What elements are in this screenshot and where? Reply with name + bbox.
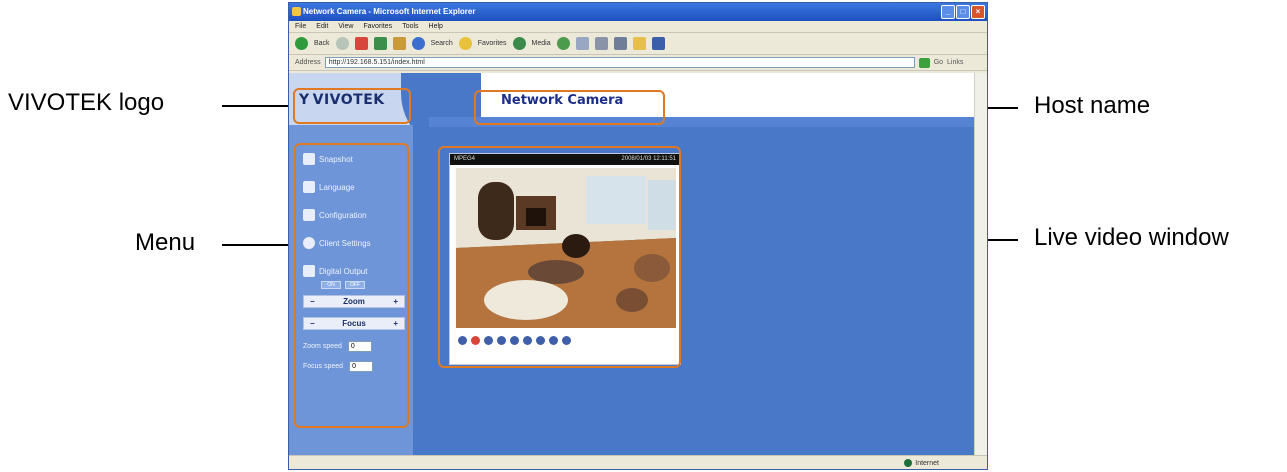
address-input[interactable]: http://192.168.5.151/index.html bbox=[324, 57, 915, 68]
address-bar: Address http://192.168.5.151/index.html … bbox=[289, 55, 987, 71]
security-zone: Internet bbox=[904, 459, 939, 467]
leader-line-logo bbox=[222, 105, 290, 107]
messenger-icon[interactable] bbox=[651, 37, 665, 50]
menu-edit[interactable]: Edit bbox=[316, 23, 328, 32]
forward-icon[interactable] bbox=[335, 37, 349, 50]
stop-icon[interactable] bbox=[354, 37, 368, 50]
menu-file[interactable]: File bbox=[295, 23, 306, 32]
vertical-scrollbar[interactable] bbox=[974, 73, 987, 457]
title-bar: Network Camera - Microsoft Internet Expl… bbox=[289, 3, 987, 21]
media-icon[interactable] bbox=[512, 37, 526, 50]
highlight-box-logo bbox=[293, 88, 411, 124]
menu-help[interactable]: Help bbox=[429, 23, 443, 32]
globe-icon bbox=[904, 459, 913, 467]
go-label[interactable]: Go bbox=[934, 59, 943, 66]
search-icon[interactable] bbox=[411, 37, 425, 50]
minimize-button[interactable]: _ bbox=[941, 5, 955, 19]
home-icon[interactable] bbox=[392, 37, 406, 50]
back-label: Back bbox=[314, 40, 330, 47]
search-label: Search bbox=[430, 40, 453, 47]
highlight-box-host-name bbox=[474, 90, 665, 125]
menu-tools[interactable]: Tools bbox=[402, 23, 418, 32]
folder-icon[interactable] bbox=[632, 37, 646, 50]
menu-view[interactable]: View bbox=[338, 23, 353, 32]
maximize-button[interactable]: □ bbox=[956, 5, 970, 19]
go-icon[interactable] bbox=[918, 57, 930, 68]
history-icon[interactable] bbox=[556, 37, 570, 50]
highlight-box-menu bbox=[294, 143, 409, 428]
status-bar: Internet bbox=[289, 455, 987, 469]
links-label[interactable]: Links bbox=[947, 59, 963, 66]
edit-icon[interactable] bbox=[613, 37, 627, 50]
callout-menu: Menu bbox=[135, 229, 196, 256]
address-label: Address bbox=[295, 59, 321, 66]
menu-favorites[interactable]: Favorites bbox=[363, 23, 392, 32]
close-button[interactable]: × bbox=[971, 5, 985, 19]
ie-app-icon bbox=[292, 7, 301, 16]
security-zone-label: Internet bbox=[915, 459, 939, 467]
callout-host-name: Host name bbox=[1034, 92, 1151, 119]
back-icon[interactable] bbox=[295, 37, 308, 50]
menu-bar: File Edit View Favorites Tools Help bbox=[289, 21, 987, 33]
callout-vivotek-logo: VIVOTEK logo bbox=[8, 89, 165, 116]
print-icon[interactable] bbox=[594, 37, 608, 50]
header-curve bbox=[401, 73, 481, 153]
favorites-label: Favorites bbox=[477, 40, 507, 47]
mail-icon[interactable] bbox=[575, 37, 589, 50]
callout-live-video-window: Live video window bbox=[1034, 224, 1229, 251]
leader-line-menu bbox=[222, 244, 290, 246]
toolbar: Back Search Favorites Media bbox=[289, 33, 987, 55]
window-title: Network Camera - Microsoft Internet Expl… bbox=[303, 7, 476, 16]
favorites-star-icon[interactable] bbox=[458, 37, 472, 50]
highlight-box-live-video bbox=[438, 146, 681, 368]
media-label: Media bbox=[531, 40, 551, 47]
refresh-icon[interactable] bbox=[373, 37, 387, 50]
